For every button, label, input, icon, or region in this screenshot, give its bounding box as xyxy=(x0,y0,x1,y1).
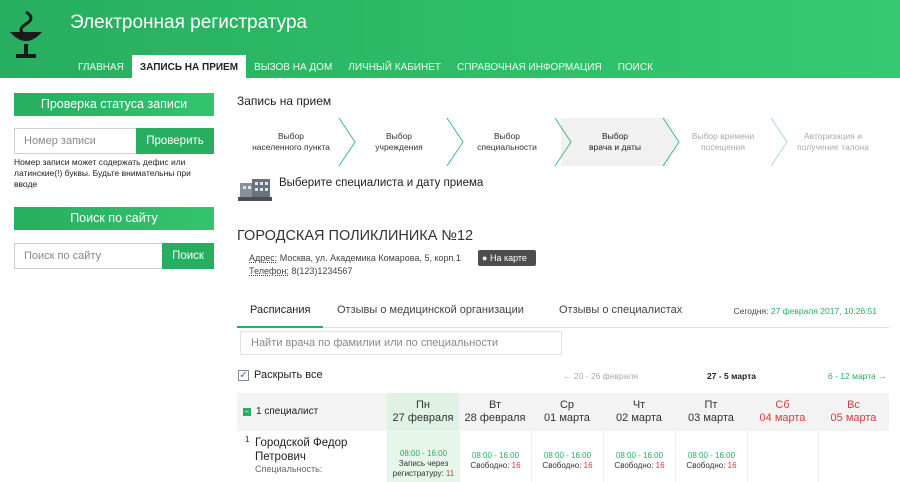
map-button[interactable]: ● На карте xyxy=(478,250,536,266)
clinic-phone: Телефон: 8(123)1234567 xyxy=(249,266,353,276)
nav-home[interactable]: ГЛАВНАЯ xyxy=(70,55,132,78)
step-arrow-icon xyxy=(446,118,464,166)
nav-info[interactable]: СПРАВОЧНАЯ ИНФОРМАЦИЯ xyxy=(449,55,610,78)
clinic-name: ГОРОДСКАЯ ПОЛИКЛИНИКА №12 xyxy=(237,228,474,244)
tab-schedules[interactable]: Расписания xyxy=(237,304,323,328)
doctor-search-input[interactable]: Найти врача по фамилии или по специально… xyxy=(240,331,562,355)
main-nav: ГЛАВНАЯ ЗАПИСЬ НА ПРИЕМ ВЫЗОВ НА ДОМ ЛИЧ… xyxy=(70,55,661,78)
bowl-of-hygieia-icon[interactable] xyxy=(6,10,46,64)
day-header-tue: Вт 28 февраля xyxy=(459,393,531,431)
choose-doctor-heading: Выберите специалиста и дату приема xyxy=(279,177,484,189)
record-number-input[interactable]: Номер записи xyxy=(14,128,138,154)
step-specialty[interactable]: Выбор специальности xyxy=(453,118,561,166)
tab-clinic-reviews[interactable]: Отзывы о медицинской организации xyxy=(337,304,524,328)
week-next-link[interactable]: 6 - 12 марта → xyxy=(828,371,887,381)
week-current: 27 - 5 марта xyxy=(707,371,756,381)
nav-appointment[interactable]: ЗАПИСЬ НА ПРИЕМ xyxy=(131,55,247,78)
clinic-address: Адрес: Москва, ул. Академика Комарова, 5… xyxy=(249,253,461,263)
checkbox-icon[interactable]: ✓ xyxy=(238,369,249,381)
step-arrow-icon xyxy=(554,118,572,166)
slot-tue[interactable]: 08:00 - 16:00 Свободно: 16 xyxy=(459,431,531,482)
tab-specialist-reviews[interactable]: Отзывы о специалистах xyxy=(559,304,682,328)
slot-fri[interactable]: 08:00 - 16:00 Свободно: 16 xyxy=(675,431,747,482)
site-search-input[interactable]: Поиск по сайту xyxy=(14,243,164,269)
step-arrow-icon xyxy=(338,118,356,166)
slot-thu[interactable]: 08:00 - 16:00 Свободно: 16 xyxy=(603,431,675,482)
step-time: Выбор времени посещения xyxy=(691,131,755,152)
nav-search[interactable]: ПОИСК xyxy=(610,55,661,78)
wizard-steps: Выбор населенного пункта Выбор учреждения … xyxy=(237,118,889,166)
slot-sat xyxy=(747,431,818,482)
building-icon xyxy=(238,179,272,201)
step-institution[interactable]: Выбор учреждения xyxy=(345,118,453,166)
doctor-name[interactable]: Городской Федор Петрович xyxy=(255,436,347,464)
doctor-number: 1 xyxy=(245,435,250,444)
step-arrow-icon xyxy=(662,118,680,166)
day-header-mon: Пн 27 февраля xyxy=(387,393,459,431)
step-authorization: Авторизация и получение талона xyxy=(797,131,869,152)
step-arrow-icon xyxy=(770,118,788,166)
globe-icon: ● xyxy=(482,253,488,263)
slot-mon[interactable]: 08:00 - 16:00 Запись через регистратуру:… xyxy=(387,431,459,482)
minus-icon[interactable]: − xyxy=(243,408,251,416)
site-search-button[interactable]: Поиск xyxy=(162,243,214,269)
record-number-note: Номер записи может содержать дефис или л… xyxy=(14,157,191,189)
expand-all[interactable]: ✓ Раскрыть все xyxy=(238,369,323,381)
day-header-thu: Чт 02 марта xyxy=(603,393,675,431)
check-button[interactable]: Проверить xyxy=(136,128,214,154)
day-header-wed: Ср 01 марта xyxy=(531,393,603,431)
nav-account[interactable]: ЛИЧНЫЙ КАБИНЕТ xyxy=(340,55,449,78)
page-title: Запись на прием xyxy=(237,94,332,108)
status-check-heading: Проверка статуса записи xyxy=(14,93,214,116)
step-locality[interactable]: Выбор населенного пункта xyxy=(237,118,345,166)
site-title: Электронная регистратура xyxy=(70,12,308,33)
specialist-group-header[interactable]: − 1 специалист xyxy=(237,393,387,431)
doctor-specialty: Специальность: xyxy=(255,464,323,474)
tabs: Расписания Отзывы о медицинской организа… xyxy=(237,300,889,328)
day-header-sat: Сб 04 марта xyxy=(747,393,818,431)
day-header-fri: Пт 03 марта xyxy=(675,393,747,431)
doctor-row: 1 Городской Федор Петрович Специальность: xyxy=(237,431,387,482)
nav-home-visit[interactable]: ВЫЗОВ НА ДОМ xyxy=(246,55,340,78)
header: Электронная регистратура ГЛАВНАЯ ЗАПИСЬ … xyxy=(0,0,900,78)
slot-sun xyxy=(818,431,889,482)
slot-wed[interactable]: 08:00 - 16:00 Свободно: 16 xyxy=(531,431,603,482)
today-timestamp: Сегодня: 27 февраля 2017, 10:26:51 xyxy=(733,306,877,316)
site-search-heading: Поиск по сайту xyxy=(14,207,214,230)
week-prev-link[interactable]: ← 20 - 26 февраля xyxy=(563,371,638,381)
schedule-table: − 1 специалист Пн 27 февраля Вт 28 февраля… xyxy=(237,393,889,482)
day-header-sun: Вс 05 марта xyxy=(818,393,889,431)
step-doctor-date: Выбор врача и даты xyxy=(561,118,669,166)
